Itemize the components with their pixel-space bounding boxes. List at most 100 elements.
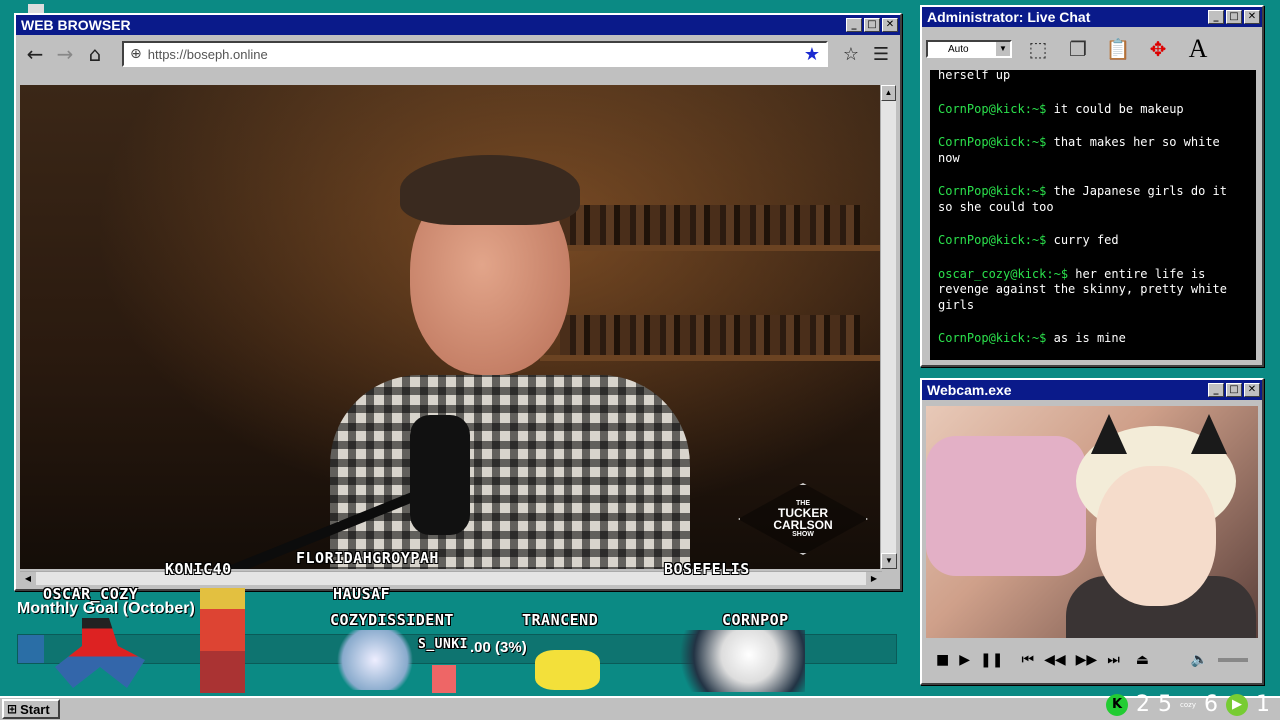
- address-bar[interactable]: ⊕ https://boseph.online ★: [122, 41, 828, 67]
- maximize-button[interactable]: □: [1226, 10, 1242, 24]
- chat-log[interactable]: herself up CornPop@kick:~$ it could be m…: [930, 70, 1256, 360]
- chat-text: curry fed: [1053, 233, 1119, 247]
- chat-username: CornPop@kick:~$: [938, 331, 1047, 345]
- taskbar: ⊞ Start K 2 5 cozy 6 ▶ 1: [0, 692, 1280, 720]
- font-icon[interactable]: A: [1184, 34, 1212, 63]
- viewer-tag: KONIC40: [165, 560, 232, 578]
- close-button[interactable]: ✕: [882, 18, 898, 32]
- scroll-left-icon[interactable]: ◀: [20, 572, 36, 586]
- paste-icon[interactable]: 📋: [1104, 35, 1132, 63]
- scroll-up-icon[interactable]: ▲: [881, 85, 896, 101]
- viewer-tag: COZYDISSIDENT: [330, 611, 454, 629]
- chat-message: CornPop@kick:~$ that makes her so white …: [938, 135, 1248, 166]
- move-icon[interactable]: ✥: [1144, 35, 1172, 63]
- fighter-sprite: [665, 630, 805, 692]
- viewer-tag: CORNPOP: [722, 611, 789, 629]
- viewer-tag: FLORIDAHGROYPAH: [296, 549, 439, 567]
- viewer-tag: HAUSAF: [333, 585, 391, 603]
- chevron-down-icon[interactable]: ▼: [996, 42, 1010, 56]
- chat-username: CornPop@kick:~$: [938, 233, 1047, 247]
- logo-line: SHOW: [792, 531, 814, 538]
- volume-icon[interactable]: 🔈: [1191, 652, 1208, 668]
- chat-username: oscar_cozy@kick:~$: [938, 266, 1069, 281]
- live-chat-window: Administrator: Live Chat _ □ ✕ Auto ▼ ⬚ …: [920, 5, 1264, 367]
- viewer-tag: BOSEFELIS: [664, 560, 750, 578]
- select-icon[interactable]: ⬚: [1024, 35, 1052, 63]
- plaid-shirt: [330, 375, 690, 569]
- home-icon[interactable]: ⌂: [82, 41, 108, 67]
- tray-count: 1: [1256, 692, 1270, 717]
- cat-ear: [1091, 414, 1127, 454]
- avatar-face: [1096, 466, 1216, 606]
- eject-icon[interactable]: ⏏: [1136, 652, 1149, 668]
- browser-titlebar[interactable]: WEB BROWSER _ □ ✕: [16, 15, 900, 35]
- webcam-title: Webcam.exe: [927, 382, 1012, 398]
- webcam-window: Webcam.exe _ □ ✕ ■ ▶ ❚❚ ⏮ ◀◀ ▶▶ ⏭ ⏏ 🔈: [920, 378, 1264, 685]
- chat-message: CornPop@kick:~$ as is mine: [938, 331, 1248, 347]
- zoom-value: Auto: [948, 43, 969, 55]
- pause-icon[interactable]: ❚❚: [980, 652, 1003, 668]
- system-tray: K 2 5 cozy 6 ▶ 1: [1106, 692, 1270, 717]
- rumble-play-icon[interactable]: ▶: [1226, 693, 1248, 716]
- menu-icon[interactable]: ☰: [868, 41, 894, 67]
- rewind-icon[interactable]: ◀◀: [1044, 652, 1066, 668]
- maximize-button[interactable]: □: [864, 18, 880, 32]
- web-browser-window: WEB BROWSER _ □ ✕ ← → ⌂ ⊕ https://boseph…: [14, 13, 902, 591]
- maximize-button[interactable]: □: [1226, 383, 1242, 397]
- close-button[interactable]: ✕: [1244, 383, 1260, 397]
- chat-username: CornPop@kick:~$: [938, 101, 1047, 116]
- start-button[interactable]: ⊞ Start: [2, 699, 60, 719]
- browser-title: WEB BROWSER: [21, 17, 131, 33]
- minimize-button[interactable]: _: [1208, 383, 1224, 397]
- zoom-dropdown[interactable]: Auto ▼: [926, 40, 1012, 58]
- close-button[interactable]: ✕: [1244, 10, 1260, 24]
- minimize-button[interactable]: _: [1208, 10, 1224, 24]
- kick-icon[interactable]: K: [1106, 693, 1129, 716]
- favorites-star-icon[interactable]: ☆: [838, 41, 864, 67]
- stop-icon[interactable]: ■: [936, 652, 949, 668]
- cat-ear: [1191, 414, 1227, 454]
- chat-message: CornPop@kick:~$ the Japanese girls do it…: [938, 184, 1248, 215]
- scroll-right-icon[interactable]: ▶: [866, 572, 882, 586]
- video-viewport[interactable]: THE TUCKER CARLSON SHOW: [20, 85, 882, 569]
- url-text[interactable]: https://boseph.online: [148, 47, 798, 62]
- browser-navbar: ← → ⌂ ⊕ https://boseph.online ★ ☆ ☰: [16, 35, 900, 73]
- copy-icon[interactable]: ❐: [1064, 35, 1092, 63]
- play-icon[interactable]: ▶: [959, 652, 970, 668]
- skip-back-icon[interactable]: ⏮: [1021, 652, 1034, 668]
- viewer-tag: TRANCEND: [522, 611, 599, 629]
- bookmark-star-filled-icon[interactable]: ★: [804, 44, 820, 65]
- group-sprite: [330, 630, 420, 690]
- globe-icon: ⊕: [130, 46, 142, 62]
- swordsman-sprite: [200, 588, 245, 693]
- volume-slider[interactable]: [1218, 658, 1248, 662]
- pikachu-sprite: [535, 650, 600, 690]
- webcam-titlebar[interactable]: Webcam.exe _ □ ✕: [922, 380, 1262, 400]
- fast-forward-icon[interactable]: ▶▶: [1076, 652, 1098, 668]
- chat-message: CornPop@kick:~$ it could be makeup: [938, 102, 1248, 118]
- hair: [400, 155, 580, 225]
- start-label: Start: [20, 701, 50, 717]
- vertical-scrollbar[interactable]: ▲ ▼: [880, 85, 897, 569]
- skip-forward-icon[interactable]: ⏭: [1107, 652, 1120, 668]
- chat-title: Administrator: Live Chat: [927, 9, 1091, 25]
- goal-progress-fill: [18, 635, 45, 663]
- scroll-down-icon[interactable]: ▼: [881, 553, 897, 569]
- goal-partial-text: S_UNKI: [418, 637, 468, 652]
- microphone: [410, 415, 470, 535]
- logo-line: CARLSON: [773, 518, 833, 532]
- webcam-feed: [926, 406, 1258, 638]
- back-arrow-icon[interactable]: ←: [22, 41, 48, 67]
- small-sprite: [432, 665, 456, 693]
- chat-titlebar[interactable]: Administrator: Live Chat _ □ ✕: [922, 7, 1262, 27]
- tray-count: 2: [1136, 692, 1151, 717]
- chat-message-partial: herself up: [938, 70, 1011, 82]
- chat-username: CornPop@kick:~$: [938, 184, 1047, 198]
- chat-toolbar: Auto ▼ ⬚ ❐ 📋 ✥ A: [922, 27, 1262, 71]
- host-person: [270, 145, 690, 569]
- chat-username: CornPop@kick:~$: [938, 135, 1047, 149]
- forward-arrow-icon[interactable]: →: [52, 41, 78, 67]
- horizontal-scrollbar[interactable]: ◀ ▶: [20, 571, 882, 586]
- minimize-button[interactable]: _: [846, 18, 862, 32]
- goal-amount: .00 (3%): [470, 639, 527, 656]
